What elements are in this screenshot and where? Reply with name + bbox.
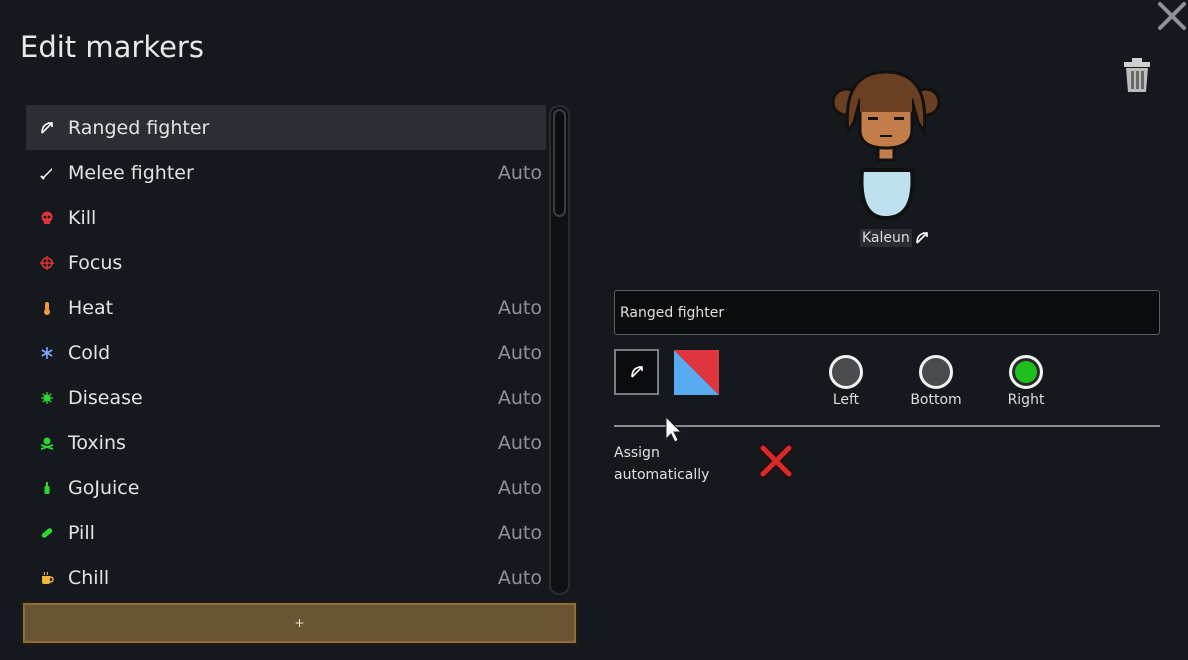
bow-icon [915, 232, 928, 244]
bow-icon [26, 121, 68, 135]
pawn-name-label: Kaleun [860, 229, 929, 247]
position-radio-bottom[interactable]: Bottom [906, 355, 966, 408]
skull-icon [26, 211, 68, 225]
marker-label: Disease [68, 386, 143, 409]
close-icon [1158, 2, 1186, 30]
marker-item-ranged-fighter[interactable]: Ranged fighter [26, 105, 546, 150]
scrollbar-thumb[interactable] [553, 109, 566, 217]
auto-tag: Auto [497, 521, 542, 544]
marker-list: Ranged fighter Melee fighter Auto Kill F… [26, 105, 546, 595]
auto-tag: Auto [497, 476, 542, 499]
marker-item-chill[interactable]: Chill Auto [26, 555, 546, 595]
dialog-title: Edit markers [20, 30, 204, 64]
radio-label: Left [832, 392, 860, 408]
divider [614, 425, 1160, 427]
auto-tag: Auto [497, 566, 542, 589]
delete-marker-button[interactable] [1122, 56, 1152, 94]
thermometer-icon [26, 301, 68, 315]
assign-automatically-toggle[interactable] [758, 443, 794, 479]
trash-icon [1124, 58, 1150, 92]
position-radio-right[interactable]: Right [996, 355, 1056, 408]
color-swatch-icon [674, 350, 719, 395]
radio-label: Bottom [910, 392, 962, 408]
assign-automatically-label: Assign automatically [614, 445, 710, 483]
add-marker-button[interactable]: + [21, 601, 578, 645]
marker-label: Cold [68, 341, 111, 364]
marker-label: Melee fighter [68, 161, 194, 184]
auto-tag: Auto [497, 386, 542, 409]
marker-label: Toxins [68, 431, 126, 454]
marker-label: Kill [68, 206, 97, 229]
marker-item-disease[interactable]: Disease Auto [26, 375, 546, 420]
position-radio-left[interactable]: Left [816, 355, 876, 408]
marker-item-pill[interactable]: Pill Auto [26, 510, 546, 555]
crosshair-icon [26, 255, 68, 270]
radio-circle [1009, 355, 1043, 389]
auto-tag: Auto [497, 161, 542, 184]
marker-label: Heat [68, 296, 114, 319]
marker-label: Ranged fighter [68, 116, 210, 139]
marker-item-toxins[interactable]: Toxins Auto [26, 420, 546, 465]
mouse-cursor-icon [665, 415, 683, 443]
marker-label: Pill [68, 521, 95, 544]
pill-icon [26, 526, 68, 540]
marker-label: Chill [68, 566, 110, 589]
marker-item-gojuice[interactable]: GoJuice Auto [26, 465, 546, 510]
marker-item-focus[interactable]: Focus [26, 240, 546, 285]
red-x-icon [759, 444, 793, 478]
marker-item-kill[interactable]: Kill [26, 195, 546, 240]
marker-label: Focus [68, 251, 123, 274]
bottle-icon [26, 481, 68, 495]
radio-circle [829, 355, 863, 389]
auto-tag: Auto [497, 431, 542, 454]
list-scrollbar[interactable] [549, 105, 570, 595]
cup-icon [26, 571, 68, 585]
close-button[interactable] [1156, 0, 1188, 32]
marker-item-heat[interactable]: Heat Auto [26, 285, 546, 330]
germ-icon [26, 391, 68, 405]
pawn-name: Kaleun [860, 229, 912, 247]
skull-crossbones-icon [26, 436, 68, 450]
marker-color-swatch[interactable] [674, 350, 719, 395]
auto-tag: Auto [497, 341, 542, 364]
marker-label: GoJuice [68, 476, 140, 499]
auto-tag: Auto [497, 296, 542, 319]
pawn-portrait [828, 70, 944, 221]
sword-icon [26, 166, 68, 180]
marker-name-input[interactable]: Ranged fighter [614, 290, 1160, 335]
marker-icon-picker[interactable] [614, 349, 659, 395]
marker-item-cold[interactable]: Cold Auto [26, 330, 546, 375]
bow-icon [630, 366, 643, 378]
snowflake-icon [26, 346, 68, 360]
marker-item-melee-fighter[interactable]: Melee fighter Auto [26, 150, 546, 195]
radio-circle [919, 355, 953, 389]
radio-label: Right [1007, 392, 1045, 408]
